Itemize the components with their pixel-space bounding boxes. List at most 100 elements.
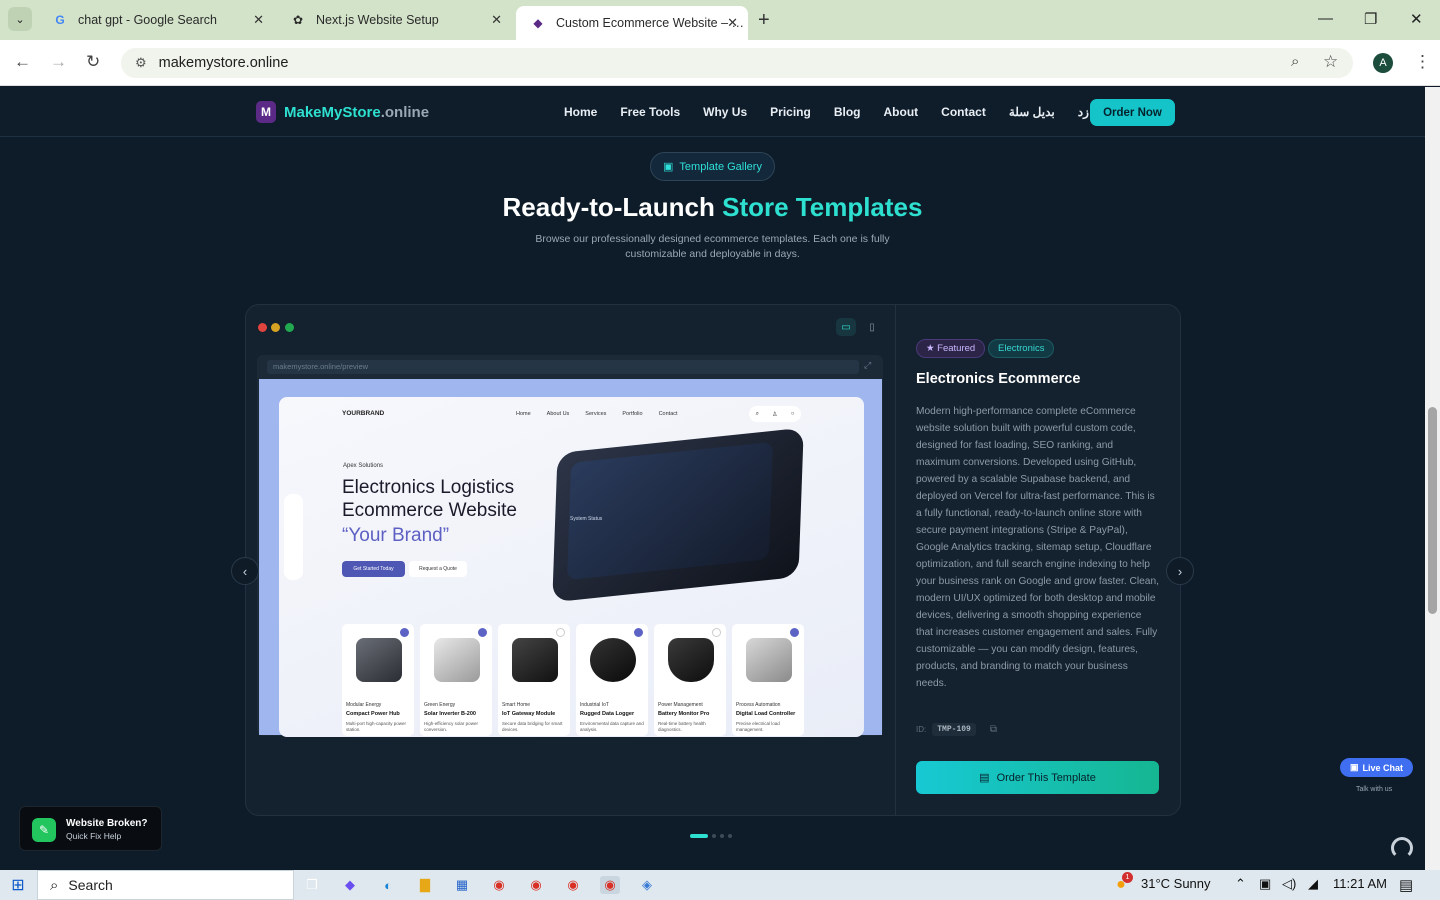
close-icon[interactable]: ✕: [727, 15, 738, 31]
pagination-dot[interactable]: [728, 834, 732, 838]
scrollbar-thumb[interactable]: [1428, 407, 1437, 614]
bookmark-star-icon[interactable]: ☆: [1323, 52, 1338, 72]
show-hidden-icons[interactable]: ⌃: [1235, 876, 1246, 892]
logo-main: MakeMyStore: [284, 104, 381, 121]
new-tab-button[interactable]: +: [758, 9, 770, 32]
close-icon[interactable]: ✕: [491, 12, 502, 28]
chrome-icon[interactable]: ◉: [489, 876, 509, 894]
reload-icon[interactable]: ↻: [86, 52, 100, 72]
carousel-prev-button[interactable]: ‹: [231, 557, 259, 585]
volume-icon[interactable]: ◁): [1282, 876, 1296, 892]
mock-nav: Home About Us Services Portfolio Contact: [516, 411, 678, 417]
tab-nextjs-setup[interactable]: ✿ Next.js Website Setup ✕: [276, 5, 512, 35]
weather-text[interactable]: 31°C Sunny: [1141, 876, 1211, 891]
forward-icon[interactable]: →: [50, 52, 67, 72]
desktop-view-icon[interactable]: ▭: [836, 318, 856, 336]
cart-icon: ○: [790, 411, 795, 417]
search-icon: ⌕: [755, 410, 759, 417]
mock-nav-item: About Us: [546, 411, 570, 417]
taskbar-search[interactable]: ⌕ Search: [37, 870, 294, 900]
mock-primary-button: Get Started Today: [342, 561, 405, 577]
website-broken-widget[interactable]: ✎ Website Broken? Quick Fix Help: [19, 806, 162, 851]
url-text: makemystore.online: [158, 55, 289, 71]
product-image: [746, 638, 792, 682]
carousel-next-button[interactable]: ›: [1166, 557, 1194, 585]
template-id-row: ID: TMP-109 ⧉: [916, 723, 997, 736]
chevron-right-icon: ›: [1177, 563, 1183, 579]
back-icon[interactable]: ←: [14, 52, 31, 72]
tab-google-search[interactable]: G chat gpt - Google Search ✕: [38, 5, 274, 35]
nav-contact[interactable]: Contact: [941, 105, 986, 119]
talk-with-us-label: Talk with us: [1356, 786, 1393, 793]
page-subtitle: Browse our professionally designed ecomm…: [535, 233, 890, 260]
meet-icon[interactable]: ▣: [1259, 876, 1271, 892]
live-chat-button[interactable]: ▣ Live Chat: [1340, 758, 1413, 777]
nav-pricing[interactable]: Pricing: [770, 105, 811, 119]
template-gallery-pill: ▣ Template Gallery: [650, 152, 775, 181]
close-icon[interactable]: ✕: [253, 12, 264, 28]
copy-icon[interactable]: ⧉: [990, 724, 997, 735]
tab-custom-ecommerce[interactable]: ◆ Custom Ecommerce Website – … ✕: [516, 6, 748, 40]
tab-search-button[interactable]: ⌄: [8, 7, 32, 31]
nav-blog[interactable]: Blog: [834, 105, 861, 119]
template-description: Modern high-performance complete eCommer…: [916, 406, 1159, 689]
wifi-icon[interactable]: ◢: [1308, 876, 1318, 892]
nav-about[interactable]: About: [884, 105, 919, 119]
pagination-dot[interactable]: [712, 834, 716, 838]
profile-avatar[interactable]: A: [1373, 53, 1393, 73]
product-desc: Real-time battery health diagnostics.: [658, 721, 706, 732]
product-desc: Precise electrical load management.: [736, 721, 780, 732]
cta-label: Order This Template: [996, 771, 1096, 784]
minimize-icon[interactable]: —: [1318, 10, 1333, 27]
product-image: [512, 638, 558, 682]
logo-icon[interactable]: M: [256, 101, 276, 123]
title-accent: Store Templates: [722, 192, 923, 222]
tab-title: chat gpt - Google Search: [78, 13, 217, 27]
nav-free-tools[interactable]: Free Tools: [620, 105, 680, 119]
nav-home[interactable]: Home: [564, 105, 597, 119]
windows-start-icon[interactable]: ⊞: [8, 876, 28, 894]
mock-product-card: Smart Home IoT Gateway Module Secure data …: [498, 624, 570, 736]
pagination-dot[interactable]: [690, 834, 708, 838]
nav-why-us[interactable]: Why Us: [703, 105, 747, 119]
edge-icon[interactable]: ◐: [378, 876, 398, 894]
chrome-icon[interactable]: ◉: [563, 876, 583, 894]
mock-nav-item: Portfolio: [622, 411, 643, 417]
expand-icon[interactable]: ⤢: [864, 360, 871, 371]
copilot-icon[interactable]: ◆: [340, 876, 360, 894]
app-icon[interactable]: ◈: [637, 876, 657, 894]
site-info-icon[interactable]: ⚙: [135, 55, 147, 71]
chrome-icon[interactable]: ◉: [600, 876, 620, 894]
chrome-icon[interactable]: ◉: [526, 876, 546, 894]
mobile-view-icon[interactable]: ▯: [862, 318, 882, 336]
logo-text[interactable]: MakeMyStore.online: [284, 104, 429, 121]
url-bar[interactable]: ⚙ makemystore.online: [121, 48, 1353, 78]
task-view-icon[interactable]: ❒: [302, 876, 322, 894]
file-explorer-icon[interactable]: ▇: [415, 876, 435, 894]
wrench-icon: ✎: [32, 818, 56, 842]
mock-brand: YOURBRAND: [342, 410, 385, 417]
order-template-button[interactable]: ▤ Order This Template: [916, 761, 1159, 794]
window-close-icon[interactable]: ✕: [1410, 10, 1423, 28]
menu-kebab-icon[interactable]: ⋮: [1414, 52, 1431, 72]
product-desc: Secure data bridging for smart devices.: [502, 721, 563, 732]
product-name: Digital Load Controller: [736, 711, 796, 717]
device-screen-label: System Status: [570, 516, 603, 522]
clock[interactable]: 11:21 AM: [1333, 876, 1387, 891]
maximize-icon[interactable]: ❐: [1364, 10, 1377, 28]
wishlist-icon: [478, 628, 487, 637]
loading-spinner-icon: [1391, 837, 1413, 859]
mock-product-card: Modular Energy Compact Power Hub Multi-por…: [342, 624, 414, 736]
zoom-icon[interactable]: ⌕: [1291, 53, 1299, 70]
pagination-dot[interactable]: [720, 834, 724, 838]
openai-icon: ✿: [292, 13, 304, 27]
mock-product-card: Process Automation Digital Load Controlle…: [732, 624, 804, 736]
product-name: Rugged Data Logger: [580, 711, 635, 717]
product-image: [590, 638, 636, 682]
nav-salla-alternative[interactable]: بديل سلة: [1009, 105, 1055, 119]
store-icon[interactable]: ▦: [452, 876, 472, 894]
product-category: Smart Home: [502, 702, 531, 708]
order-now-button[interactable]: Order Now: [1090, 99, 1175, 126]
carousel-pagination: [690, 834, 732, 838]
notification-icon[interactable]: ▤: [1399, 876, 1413, 894]
